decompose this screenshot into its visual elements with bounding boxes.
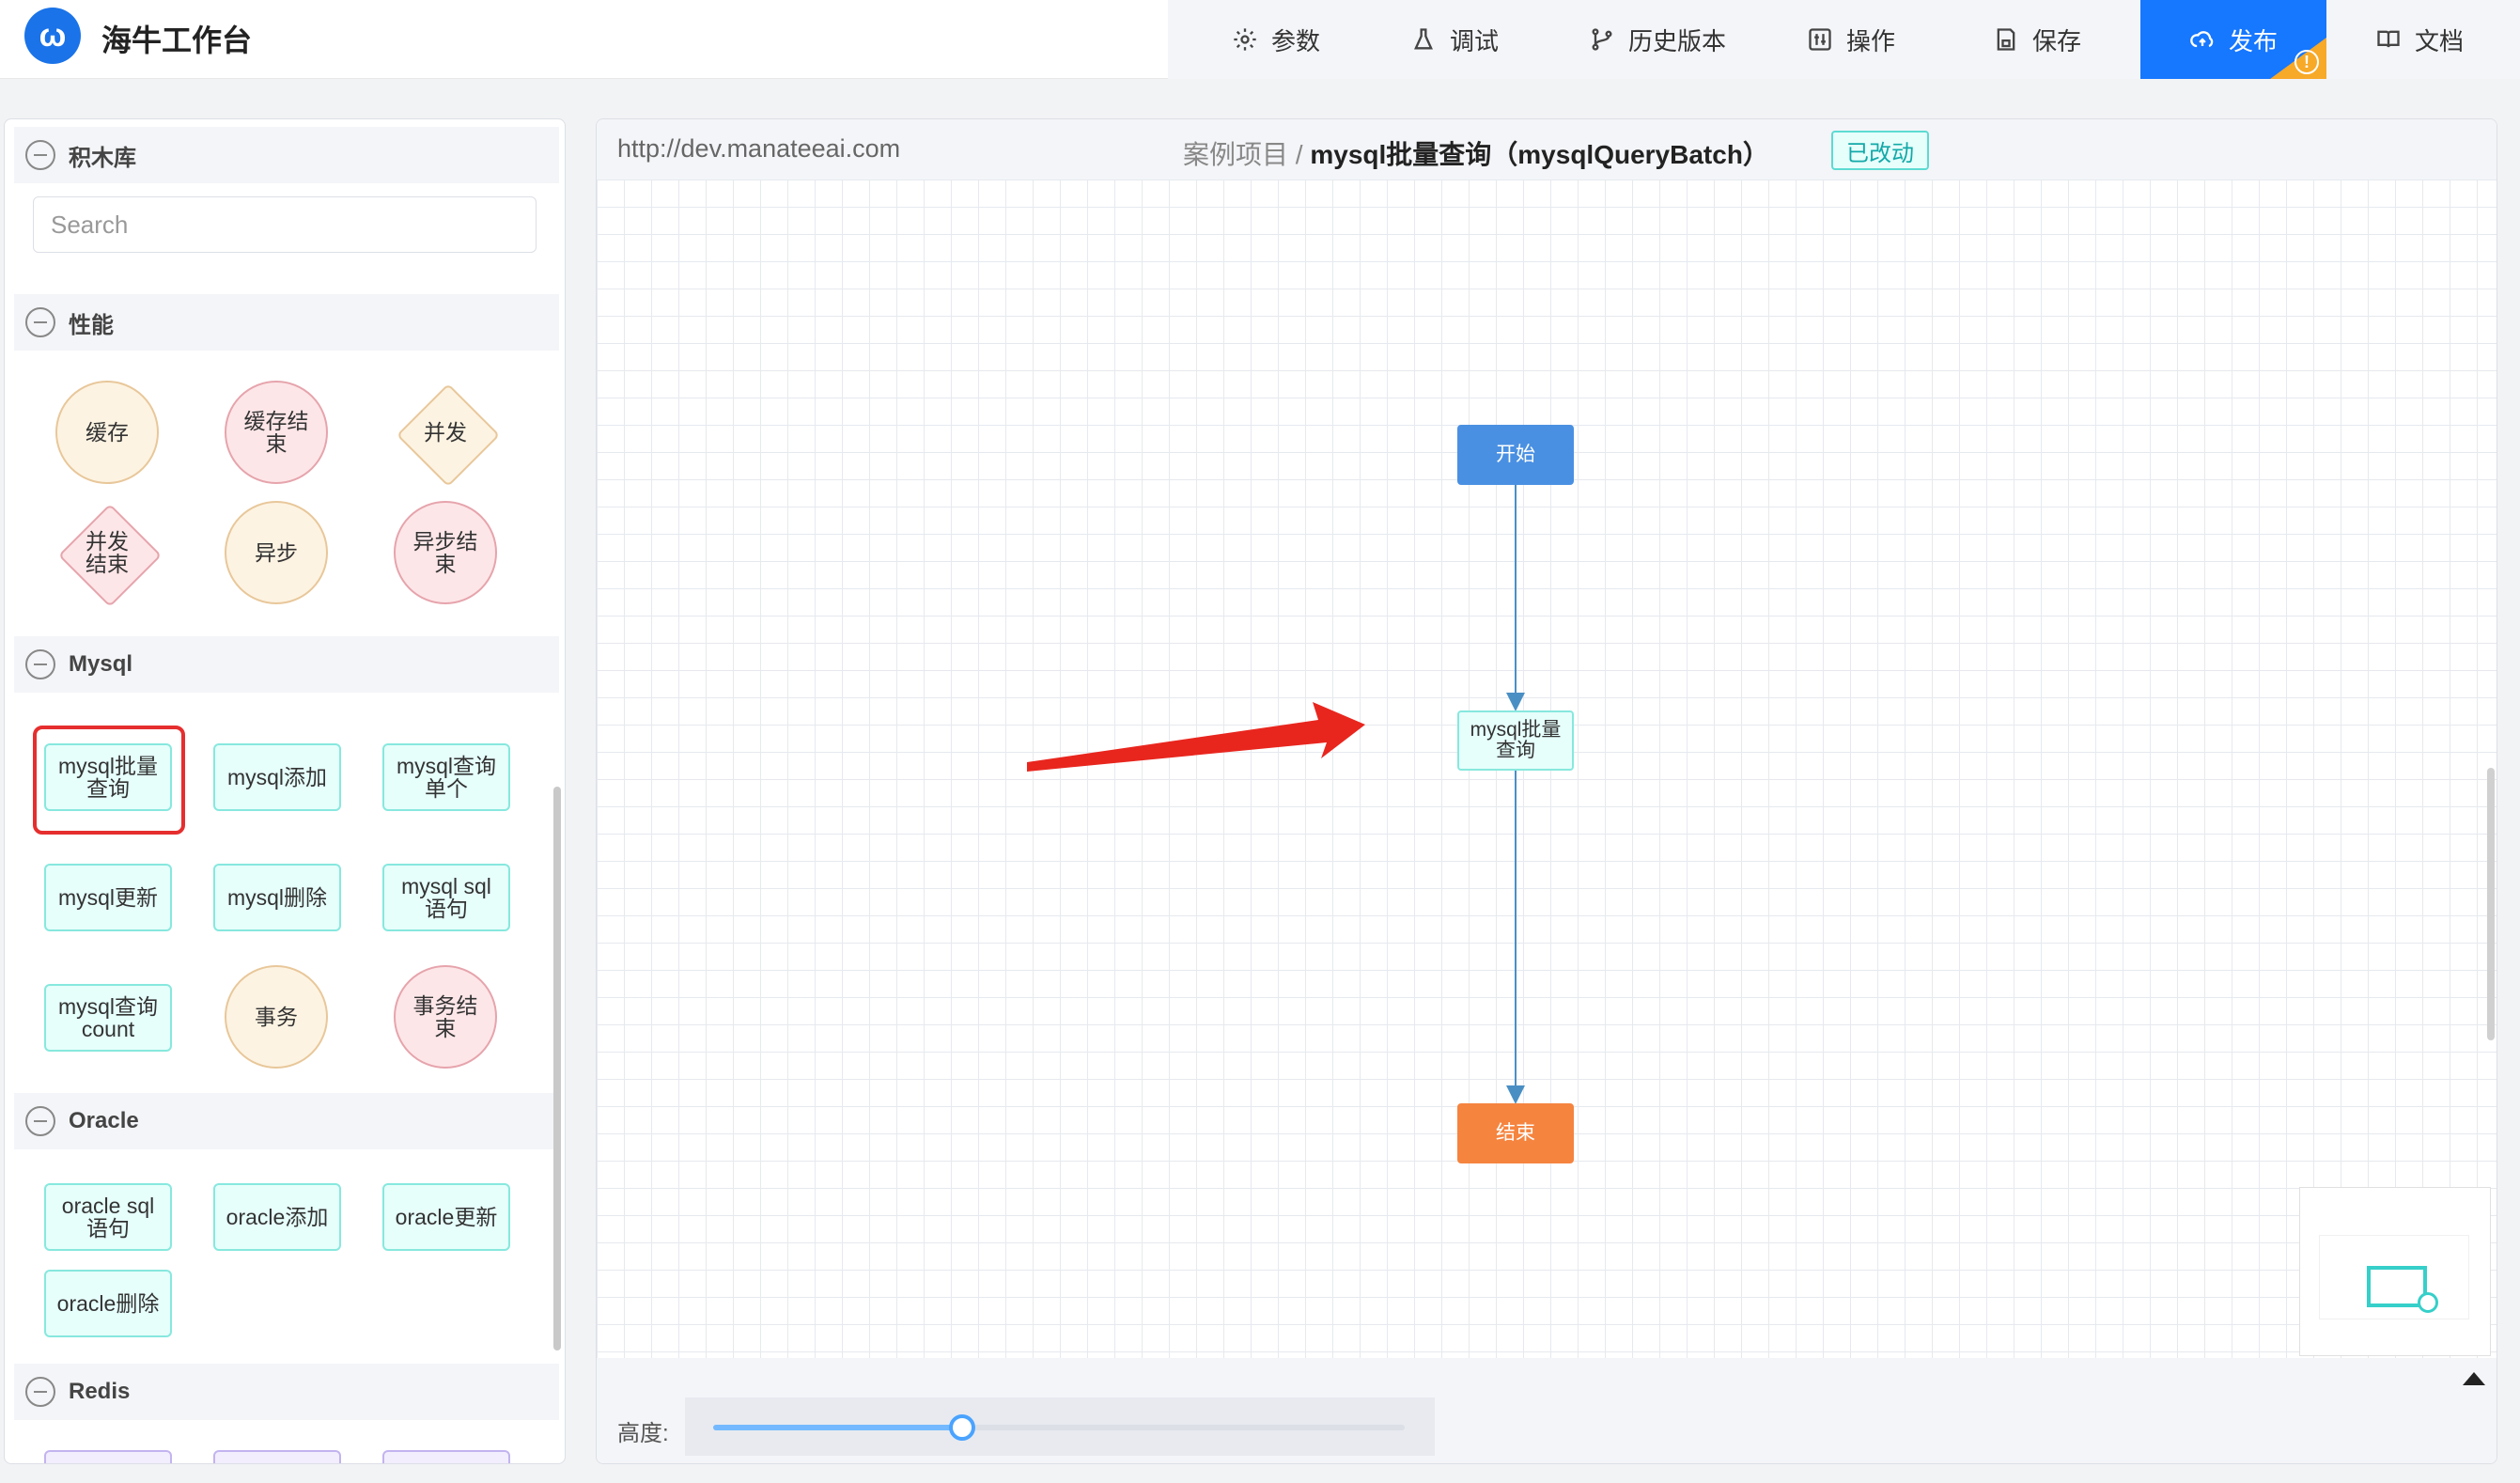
block-mysql-query-one[interactable]: mysql查询单个 bbox=[382, 743, 510, 811]
block-label: 并发 bbox=[424, 420, 467, 445]
section-redis-header[interactable]: Redis bbox=[14, 1364, 559, 1420]
block-transaction[interactable]: 事务 bbox=[225, 965, 328, 1069]
height-slider-box bbox=[685, 1397, 1435, 1456]
warning-icon: ! bbox=[2294, 50, 2319, 74]
menu-operate-button[interactable]: 操作 bbox=[1796, 0, 1906, 79]
cloud-upload-icon bbox=[2190, 31, 2214, 48]
block-oracle-insert[interactable]: oracle添加 bbox=[213, 1183, 341, 1251]
minimap-resize-handle[interactable] bbox=[2418, 1292, 2438, 1313]
height-label: 高度: bbox=[617, 1421, 669, 1446]
section-title: Redis bbox=[69, 1379, 131, 1404]
block-redis-partial[interactable] bbox=[382, 1450, 510, 1463]
block-oracle-sql[interactable]: oracle sql语句 bbox=[44, 1183, 172, 1251]
block-label: mysql删除 bbox=[226, 885, 328, 910]
block-mysql-insert[interactable]: mysql添加 bbox=[213, 743, 341, 811]
node-start[interactable]: 开始 bbox=[1457, 425, 1574, 485]
menu-params-button[interactable]: 参数 bbox=[1221, 0, 1331, 79]
block-mysql-update[interactable]: mysql更新 bbox=[44, 864, 172, 931]
collapse-icon bbox=[25, 649, 55, 679]
block-oracle-delete[interactable]: oracle删除 bbox=[44, 1270, 172, 1337]
node-mysql-batch-query[interactable]: mysql批量查询 bbox=[1457, 710, 1574, 771]
menu-label: 调试 bbox=[1449, 26, 1499, 55]
block-cache-end[interactable]: 缓存结束 bbox=[225, 381, 328, 484]
collapse-icon bbox=[25, 1106, 55, 1136]
height-slider-track[interactable] bbox=[713, 1414, 1405, 1441]
block-library-panel: 积木库 Search 性能 缓存 缓存结束 并发 并发结束 异步 异步结束 My… bbox=[4, 118, 566, 1464]
height-slider-thumb[interactable] bbox=[948, 1414, 975, 1441]
section-oracle-header[interactable]: Oracle bbox=[14, 1093, 559, 1149]
block-label: mysql sql语句 bbox=[401, 874, 491, 921]
app-brand: 海牛工作台 bbox=[101, 23, 253, 57]
collapse-icon bbox=[25, 140, 55, 170]
block-cache[interactable]: 缓存 bbox=[55, 381, 159, 484]
block-concurrent[interactable]: 并发 bbox=[394, 381, 501, 488]
menu-debug-button[interactable]: 调试 bbox=[1399, 0, 1510, 79]
block-label: mysql查询单个 bbox=[396, 754, 497, 801]
menu-label: 参数 bbox=[1270, 26, 1320, 55]
library-header[interactable]: 积木库 bbox=[14, 127, 559, 183]
section-title: Oracle bbox=[69, 1108, 139, 1133]
block-mysql-sql[interactable]: mysql sql语句 bbox=[382, 864, 510, 931]
menu-label: 历史版本 bbox=[1627, 26, 1726, 55]
menu-label: 保存 bbox=[2031, 26, 2081, 55]
menu-label: 操作 bbox=[1845, 26, 1895, 55]
node-end[interactable]: 结束 bbox=[1457, 1103, 1574, 1163]
logo-glyph: ω bbox=[39, 17, 67, 54]
minimap-toggle-icon[interactable] bbox=[2455, 1360, 2493, 1397]
top-menu: 参数 调试 历史版本 操作 保存 发布 ! 文档 bbox=[1168, 0, 2520, 79]
app-logo[interactable]: ω bbox=[24, 8, 81, 64]
library-title: 积木库 bbox=[69, 145, 136, 171]
canvas-scrollbar[interactable] bbox=[2487, 768, 2495, 1040]
top-bar: ω 海牛工作台 参数 调试 历史版本 操作 保存 发布 ! 文档 bbox=[0, 0, 2520, 79]
library-scrollbar[interactable] bbox=[553, 787, 561, 1350]
collapse-icon bbox=[25, 307, 55, 337]
block-label: 缓存结束 bbox=[243, 409, 309, 456]
block-label: 异步结束 bbox=[412, 529, 478, 576]
section-title: 性能 bbox=[69, 312, 114, 338]
menu-publish-button[interactable]: 发布 ! bbox=[2140, 0, 2326, 79]
block-transaction-end[interactable]: 事务结束 bbox=[394, 965, 497, 1069]
block-label: oracle删除 bbox=[56, 1291, 160, 1316]
section-perf-header[interactable]: 性能 bbox=[14, 294, 559, 351]
block-redis-partial[interactable] bbox=[44, 1450, 172, 1463]
block-async[interactable]: 异步 bbox=[225, 501, 328, 604]
block-concurrent-end[interactable]: 并发结束 bbox=[55, 501, 163, 608]
block-label: 事务 bbox=[255, 1005, 298, 1029]
block-label: oracle sql语句 bbox=[61, 1194, 155, 1241]
search-input[interactable]: Search bbox=[33, 196, 537, 253]
flow-edges bbox=[1027, 485, 1525, 1104]
block-label: oracle更新 bbox=[395, 1205, 498, 1229]
block-label: 异步 bbox=[255, 540, 298, 565]
block-label: mysql更新 bbox=[57, 885, 159, 910]
save-icon bbox=[1997, 28, 2015, 51]
block-mysql-query-count[interactable]: mysql查询count bbox=[44, 984, 172, 1052]
block-label: mysql查询count bbox=[57, 994, 159, 1041]
flow-canvas-panel: http://dev.manateeai.com 案例项目 / mysql批量查… bbox=[596, 118, 2497, 1464]
collapse-icon bbox=[25, 1377, 55, 1407]
section-title: Mysql bbox=[69, 651, 133, 677]
block-label: mysql添加 bbox=[226, 765, 328, 789]
menu-save-button[interactable]: 保存 bbox=[1982, 0, 2092, 79]
block-label: oracle添加 bbox=[226, 1205, 329, 1229]
block-label: 并发结束 bbox=[86, 529, 129, 576]
red-annotation-arrow bbox=[1027, 702, 1365, 772]
block-redis-partial[interactable] bbox=[213, 1450, 341, 1463]
sliders-icon bbox=[1809, 28, 1831, 51]
menu-label: 文档 bbox=[2414, 26, 2464, 55]
selected-block-highlight bbox=[33, 726, 185, 835]
block-async-end[interactable]: 异步结束 bbox=[394, 501, 497, 604]
section-mysql-header[interactable]: Mysql bbox=[14, 636, 559, 693]
menu-history-button[interactable]: 历史版本 bbox=[1578, 0, 1737, 79]
height-slider-fill bbox=[713, 1425, 962, 1430]
block-oracle-update[interactable]: oracle更新 bbox=[382, 1183, 510, 1251]
branch-icon bbox=[1592, 28, 1612, 51]
book-icon bbox=[2377, 30, 2400, 48]
flask-icon bbox=[1414, 28, 1433, 50]
gear-icon bbox=[1234, 28, 1256, 51]
menu-docs-button[interactable]: 文档 bbox=[2364, 0, 2475, 79]
block-label: 事务结束 bbox=[412, 993, 478, 1040]
block-mysql-delete[interactable]: mysql删除 bbox=[213, 864, 341, 931]
block-label: 缓存 bbox=[86, 420, 129, 445]
node-label: mysql批量查询 bbox=[1470, 719, 1562, 761]
